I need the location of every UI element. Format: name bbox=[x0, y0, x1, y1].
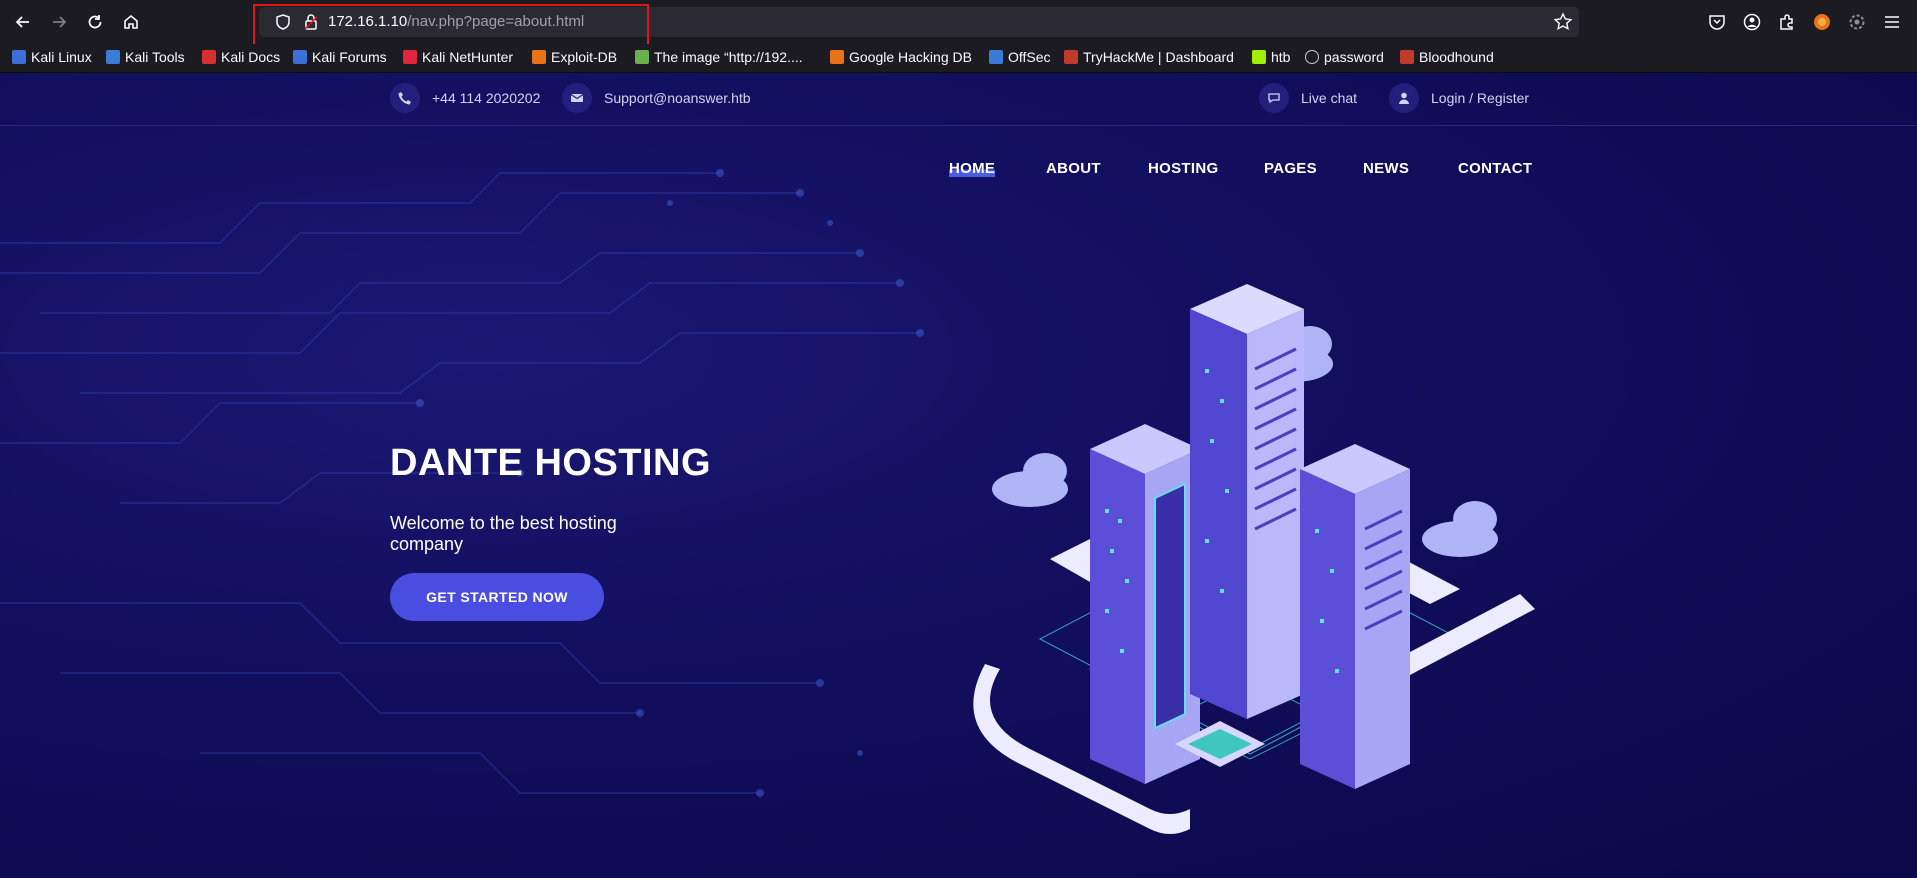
pocket-icon[interactable] bbox=[1707, 12, 1727, 32]
bookmark-tryhackme[interactable]: TryHackMe | Dashboard bbox=[1064, 49, 1234, 65]
circuit-background bbox=[0, 169, 924, 797]
globe-icon bbox=[1305, 50, 1319, 64]
reload-icon bbox=[88, 15, 102, 29]
offsec-icon bbox=[989, 50, 1003, 64]
bookmark-htb[interactable]: htb bbox=[1252, 49, 1290, 65]
hamburger-menu-icon[interactable] bbox=[1882, 12, 1902, 32]
tryhackme-icon bbox=[1064, 50, 1078, 64]
back-button[interactable] bbox=[11, 10, 35, 34]
bookmark-bloodhound[interactable]: Bloodhound bbox=[1400, 49, 1494, 65]
web-page: +44 114 2020202 Support@noanswer.htb Liv… bbox=[0, 73, 1917, 878]
nav-about[interactable]: ABOUT bbox=[1046, 160, 1101, 177]
nav-pages[interactable]: PAGES bbox=[1264, 160, 1317, 177]
live-chat-link[interactable]: Live chat bbox=[1259, 83, 1357, 113]
image-bookmark-icon bbox=[635, 50, 649, 64]
forward-arrow-icon bbox=[53, 16, 67, 28]
kali-tools-icon bbox=[106, 50, 120, 64]
login-register-link[interactable]: Login / Register bbox=[1389, 83, 1529, 113]
bookmark-kali-forums[interactable]: Kali Forums bbox=[293, 49, 387, 65]
bookmark-exploit-db[interactable]: Exploit-DB bbox=[532, 49, 617, 65]
url-highlight-box bbox=[253, 4, 649, 47]
login-register-label: Login / Register bbox=[1431, 90, 1530, 106]
bloodhound-icon bbox=[1400, 50, 1414, 64]
home-button[interactable] bbox=[119, 10, 143, 34]
home-icon bbox=[124, 14, 138, 29]
ghdb-icon bbox=[830, 50, 844, 64]
bookmarks-toolbar: Kali Linux Kali Tools Kali Docs Kali For… bbox=[0, 44, 1917, 73]
back-arrow-icon bbox=[15, 16, 29, 28]
isometric-server-city-illustration bbox=[973, 284, 1535, 834]
nethunter-icon bbox=[403, 50, 417, 64]
extensions-icon[interactable] bbox=[1777, 12, 1797, 32]
chat-bubble-icon bbox=[1259, 83, 1289, 113]
bookmark-star-icon[interactable] bbox=[1553, 12, 1573, 32]
nav-contact[interactable]: CONTACT bbox=[1458, 160, 1532, 177]
nav-hosting[interactable]: HOSTING bbox=[1148, 160, 1218, 177]
browser-toolbar: 172.16.1.10/nav.php?page=about.html bbox=[0, 0, 1917, 47]
user-icon bbox=[1389, 83, 1419, 113]
bookmark-google-hacking-db[interactable]: Google Hacking DB bbox=[830, 49, 972, 65]
bookmark-offsec[interactable]: OffSec bbox=[989, 49, 1051, 65]
hero-subtitle: Welcome to the best hosting company bbox=[390, 513, 617, 554]
bookmark-kali-docs[interactable]: Kali Docs bbox=[202, 49, 280, 65]
bookmark-the-image[interactable]: The image “http://192.... bbox=[635, 49, 803, 65]
kali-docs-icon bbox=[202, 50, 216, 64]
bookmark-kali-nethunter[interactable]: Kali NetHunter bbox=[403, 49, 513, 65]
email-contact[interactable]: Support@noanswer.htb bbox=[562, 83, 751, 113]
account-icon[interactable] bbox=[1742, 12, 1762, 32]
contact-topbar: +44 114 2020202 Support@noanswer.htb Liv… bbox=[0, 73, 1917, 126]
bookmark-password[interactable]: password bbox=[1305, 49, 1384, 65]
kali-dragon-icon bbox=[12, 50, 26, 64]
foxyproxy-icon[interactable] bbox=[1812, 12, 1832, 32]
get-started-button[interactable]: GET STARTED NOW bbox=[390, 573, 604, 621]
reload-button[interactable] bbox=[83, 10, 107, 34]
phone-number: +44 114 2020202 bbox=[432, 90, 541, 106]
live-chat-label: Live chat bbox=[1301, 90, 1358, 106]
bookmark-kali-tools[interactable]: Kali Tools bbox=[106, 49, 185, 65]
htb-cube-icon bbox=[1252, 50, 1266, 64]
kali-forums-icon bbox=[293, 50, 307, 64]
email-address: Support@noanswer.htb bbox=[604, 90, 751, 106]
phone-icon bbox=[390, 83, 420, 113]
nav-news[interactable]: NEWS bbox=[1363, 160, 1409, 177]
envelope-icon bbox=[562, 83, 592, 113]
forward-button[interactable] bbox=[47, 10, 71, 34]
hero-title: DANTE HOSTING bbox=[390, 442, 712, 484]
exploit-db-icon bbox=[532, 50, 546, 64]
bookmark-kali-linux[interactable]: Kali Linux bbox=[12, 49, 92, 65]
phone-contact[interactable]: +44 114 2020202 bbox=[390, 83, 540, 113]
nav-home[interactable]: HOME bbox=[949, 160, 996, 177]
settings-gear-icon[interactable] bbox=[1847, 12, 1867, 32]
